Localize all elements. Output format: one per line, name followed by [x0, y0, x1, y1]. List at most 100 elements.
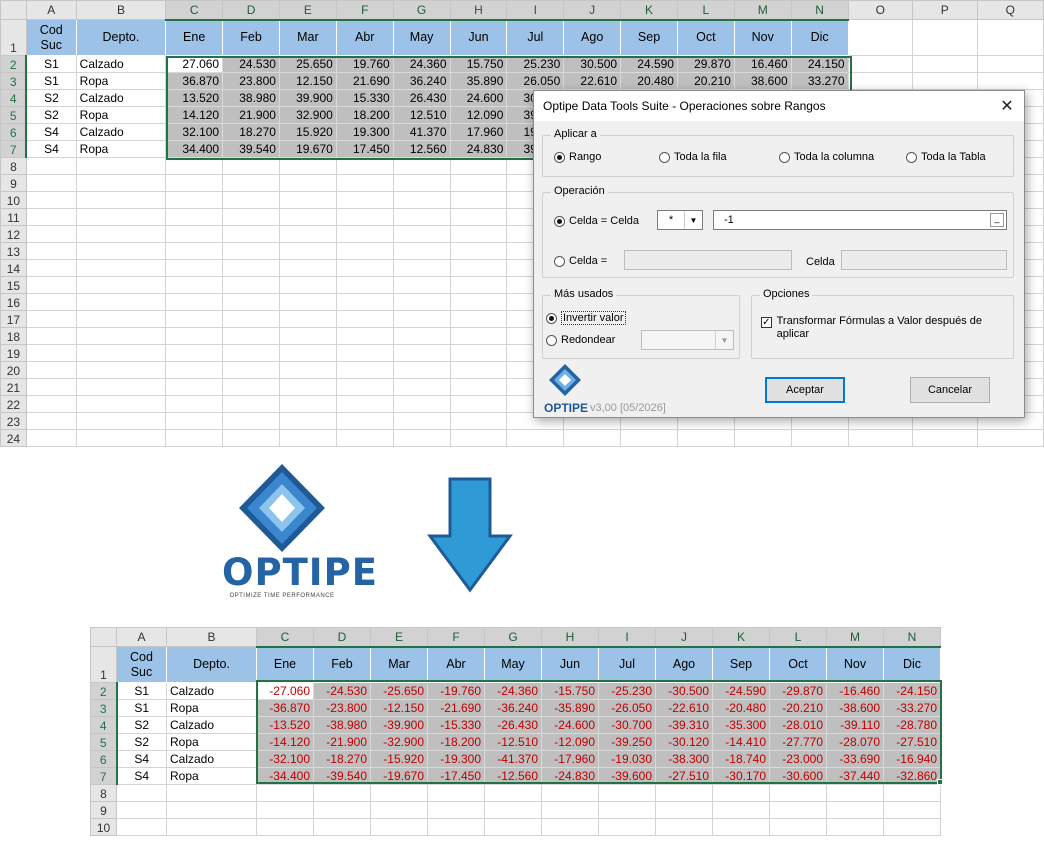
empty-cell[interactable]	[392, 293, 451, 311]
empty-cell[interactable]	[222, 378, 280, 396]
transformar-checkbox[interactable]: ✓ Transformar Fórmulas a Valor después d…	[761, 315, 1007, 341]
value-cell[interactable]: -30.700	[598, 716, 656, 734]
value-cell[interactable]: -35.300	[712, 716, 770, 734]
row-header[interactable]: 10	[90, 818, 117, 836]
empty-cell[interactable]	[222, 429, 280, 447]
empty-cell[interactable]	[449, 412, 508, 430]
value-cell[interactable]: 17.450	[335, 140, 394, 158]
depto-cell[interactable]: Ropa	[75, 72, 167, 90]
value-cell[interactable]: 26.430	[392, 89, 451, 107]
row-header[interactable]: 3	[90, 699, 118, 717]
cod-suc-cell[interactable]: S1	[25, 55, 77, 73]
value-cell[interactable]: 25.230	[506, 55, 565, 73]
row-header[interactable]: 6	[0, 123, 28, 141]
empty-cell[interactable]	[449, 293, 508, 311]
radio-toda-fila[interactable]: Toda la fila	[659, 151, 727, 163]
empty-cell[interactable]	[165, 174, 224, 192]
value-cell[interactable]: 30.500	[563, 55, 622, 73]
cod-suc-cell[interactable]: S4	[116, 750, 167, 768]
empty-cell[interactable]	[449, 259, 508, 277]
empty-cell[interactable]	[655, 801, 713, 819]
value-cell[interactable]: 18.200	[335, 106, 394, 124]
empty-cell[interactable]	[335, 395, 394, 413]
empty-cell[interactable]	[847, 72, 914, 90]
empty-cell[interactable]	[847, 55, 914, 73]
empty-cell[interactable]	[449, 157, 508, 175]
row-header[interactable]: 4	[0, 89, 28, 107]
value-cell[interactable]: 33.270	[790, 72, 849, 90]
value-cell[interactable]: -36.870	[256, 699, 314, 717]
empty-cell[interactable]	[313, 784, 371, 802]
row-header[interactable]: 18	[0, 327, 27, 345]
empty-cell[interactable]	[25, 174, 77, 192]
column-header-f[interactable]: F	[427, 627, 485, 648]
value-cell[interactable]: 26.050	[506, 72, 565, 90]
depto-cell[interactable]: Ropa	[166, 699, 257, 717]
range-picker-icon[interactable]: _	[990, 213, 1004, 227]
value-cell[interactable]: 17.960	[449, 123, 508, 141]
row-header[interactable]: 12	[0, 225, 27, 243]
empty-cell[interactable]	[278, 174, 337, 192]
value-cell[interactable]: 20.480	[620, 72, 678, 90]
value-cell[interactable]: -18.200	[427, 733, 485, 751]
value-cell[interactable]: 38.980	[222, 89, 280, 107]
column-header-q[interactable]: Q	[976, 0, 1044, 20]
value-cell[interactable]: -39.110	[826, 716, 884, 734]
value-cell[interactable]: -23.800	[313, 699, 371, 717]
cod-suc-cell[interactable]: S2	[116, 733, 167, 751]
empty-cell[interactable]	[790, 429, 849, 447]
value-cell[interactable]: -15.750	[541, 682, 599, 700]
empty-cell[interactable]	[256, 801, 314, 819]
value-cell[interactable]: 24.590	[620, 55, 678, 73]
row-header[interactable]: 23	[0, 412, 27, 430]
value-cell[interactable]: -30.120	[655, 733, 713, 751]
empty-cell[interactable]	[883, 784, 941, 802]
value-cell[interactable]: -38.600	[826, 699, 884, 717]
empty-cell[interactable]	[883, 801, 941, 819]
empty-cell[interactable]	[976, 72, 1044, 90]
empty-cell[interactable]	[278, 310, 337, 328]
value-cell[interactable]: 24.600	[449, 89, 508, 107]
empty-cell[interactable]	[25, 225, 77, 243]
empty-cell[interactable]	[392, 310, 451, 328]
column-header-m[interactable]: M	[733, 0, 792, 21]
value-cell[interactable]: 13.520	[165, 89, 224, 107]
celda-left-input[interactable]	[624, 250, 792, 270]
empty-cell[interactable]	[166, 784, 257, 802]
empty-cell[interactable]	[75, 412, 167, 430]
column-header-i[interactable]: I	[598, 627, 656, 648]
empty-cell[interactable]	[733, 429, 792, 447]
empty-cell[interactable]	[25, 259, 77, 277]
value-cell[interactable]: -15.920	[370, 750, 428, 768]
value-cell[interactable]: -19.670	[370, 767, 428, 785]
empty-cell[interactable]	[392, 378, 451, 396]
empty-cell[interactable]	[449, 276, 508, 294]
row-header[interactable]: 8	[0, 157, 27, 175]
value-cell[interactable]: 21.690	[335, 72, 394, 90]
empty-cell[interactable]	[449, 310, 508, 328]
empty-cell[interactable]	[335, 327, 394, 345]
value-cell[interactable]: -12.090	[541, 733, 599, 751]
value-cell[interactable]: 25.650	[278, 55, 337, 73]
value-cell[interactable]: -12.510	[484, 733, 542, 751]
empty-cell[interactable]	[75, 191, 167, 209]
empty-cell[interactable]	[335, 259, 394, 277]
value-cell[interactable]: 15.330	[335, 89, 394, 107]
empty-cell[interactable]	[278, 395, 337, 413]
empty-cell[interactable]	[620, 429, 678, 447]
empty-cell[interactable]	[222, 395, 280, 413]
value-cell[interactable]: -18.740	[712, 750, 770, 768]
empty-cell[interactable]	[166, 818, 257, 836]
value-cell[interactable]: 16.460	[733, 55, 792, 73]
value-cell[interactable]: -20.210	[769, 699, 827, 717]
select-all-corner[interactable]	[90, 627, 117, 647]
depto-cell[interactable]: Ropa	[75, 140, 167, 158]
value-cell[interactable]: -32.900	[370, 733, 428, 751]
row-header[interactable]: 24	[0, 429, 27, 447]
value-cell[interactable]: -27.510	[883, 733, 941, 751]
value-cell[interactable]: 19.300	[335, 123, 394, 141]
radio-toda-columna[interactable]: Toda la columna	[779, 151, 874, 163]
row-header[interactable]: 10	[0, 191, 27, 209]
empty-cell[interactable]	[165, 191, 224, 209]
row-header[interactable]: 5	[90, 733, 118, 751]
